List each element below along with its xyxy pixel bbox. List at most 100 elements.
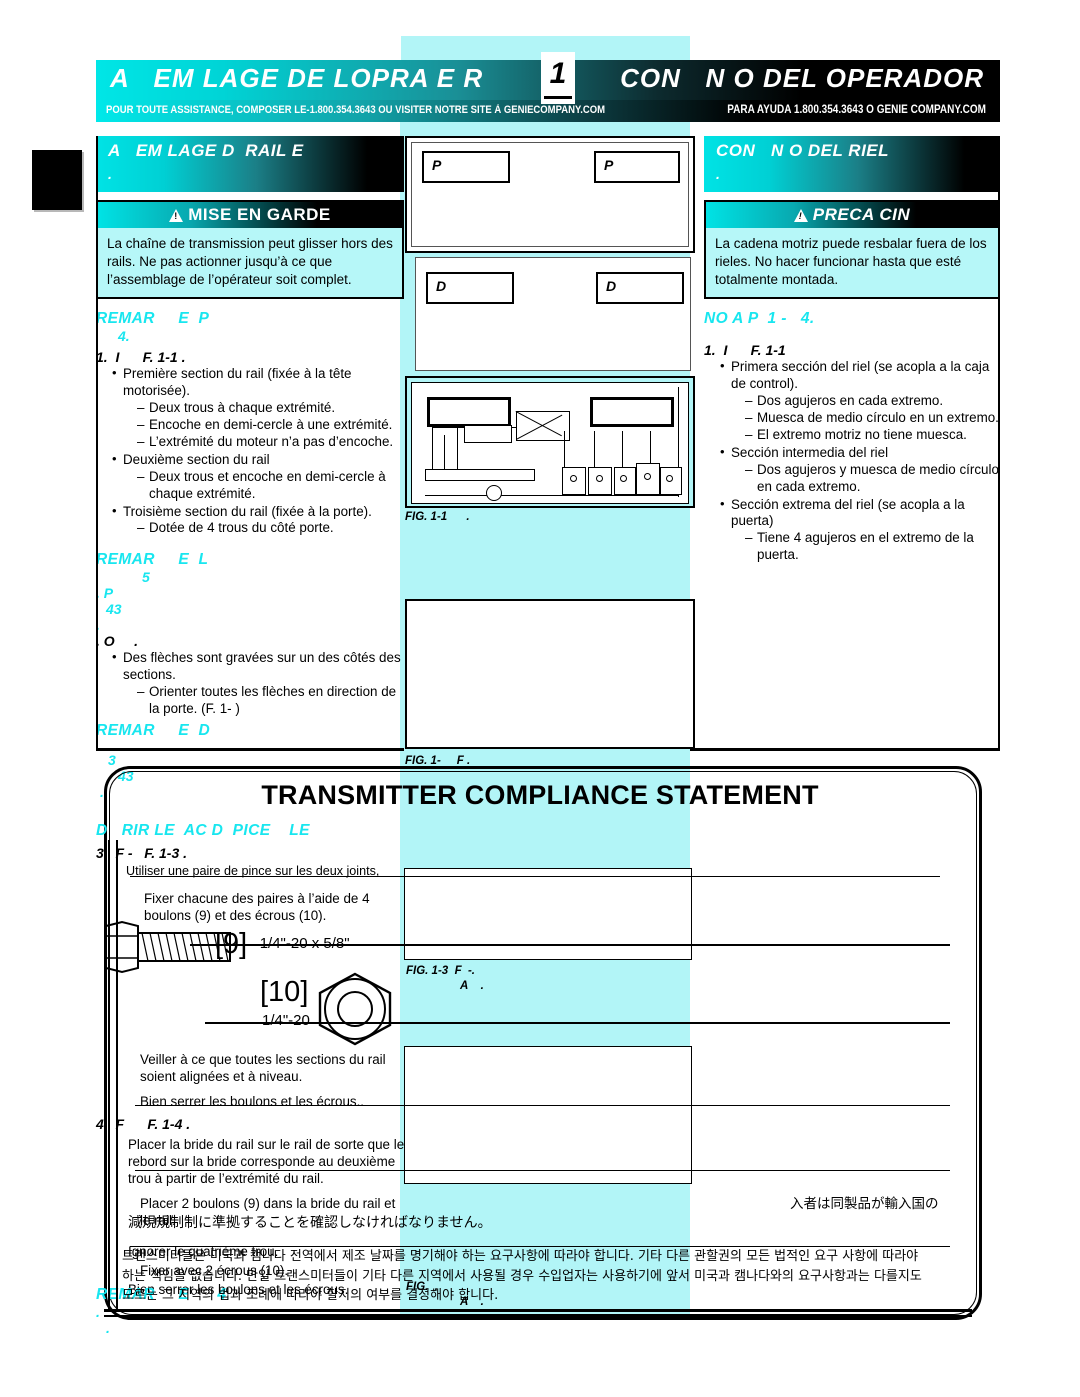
list-item-text: Première section du rail (fixée à la têt… bbox=[123, 366, 352, 399]
list-item: Troisième section du rail (fixée à la po… bbox=[112, 503, 404, 538]
hex-nut-icon bbox=[318, 972, 392, 1046]
french-note-2-c: 43 bbox=[106, 601, 122, 618]
leader-rule-5 bbox=[135, 1170, 950, 1171]
label-box-p1: P bbox=[422, 151, 510, 183]
sub-list: Tiene 4 agujeros en el extremo de la pue… bbox=[731, 530, 1000, 564]
spanish-caution-text: La cadena motriz puede resbalar fuera de… bbox=[715, 236, 987, 287]
french-step-4-line-1: Placer la bride du rail sur le rail de s… bbox=[128, 1137, 405, 1187]
label-text: P bbox=[604, 157, 614, 173]
list-item: Première section du rail (fixée à la têt… bbox=[112, 365, 404, 451]
list-item: Orienter toutes les flèches en direction… bbox=[137, 684, 404, 718]
list-item: Dotée de 4 trous du côté porte. bbox=[137, 520, 404, 537]
french-note-5-b: . bbox=[106, 1320, 110, 1336]
french-note-2-e: . O . bbox=[96, 633, 139, 650]
french-note-2-b: . P bbox=[96, 585, 114, 602]
japanese-text-line-2: 減規規制制に準拠することを確認しなければなりません。 bbox=[128, 1215, 492, 1231]
schematic-wire bbox=[432, 427, 433, 469]
list-item: Sección intermedia del riel Dos agujeros… bbox=[720, 444, 1000, 496]
french-column-left-edge bbox=[96, 136, 98, 750]
subbanner-text-fr: POUR TOUTE ASSISTANCE, COMPOSER LE-1.800… bbox=[106, 104, 606, 117]
leader-rule-7 bbox=[104, 1309, 972, 1312]
french-note-2: REMAR E L 5 . P 43 . . O . Des flèches s… bbox=[96, 551, 404, 740]
list-item: Dos agujeros y muesca de medio círculo e… bbox=[745, 462, 1000, 496]
list-item-text: Sección extrema del riel (se acopla a la… bbox=[731, 496, 965, 529]
french-note-2-a: 5 bbox=[142, 569, 150, 586]
schematic-wire bbox=[564, 431, 565, 467]
french-step-1: 1. I F. 1-1 . bbox=[96, 349, 186, 366]
spanish-caution-bar: PRECA CIN bbox=[706, 202, 998, 228]
spanish-column-right-edge bbox=[998, 136, 1000, 750]
chapter-underline bbox=[544, 96, 572, 99]
spanish-step-1: 1. I F. 1-1 bbox=[704, 342, 786, 359]
spanish-note-1: NO A P 1 - 4. 1. I F. 1-1 Primera secció… bbox=[704, 310, 1000, 564]
schematic-pin bbox=[486, 485, 502, 501]
french-caution-heading: MISE EN GARDE bbox=[98, 205, 402, 225]
figure-caption-3a: FIG. 1-3 F -. bbox=[406, 965, 476, 977]
list-item: El extremo motriz no tiene muesca. bbox=[745, 427, 1000, 444]
list-item-text: Sección intermedia del riel bbox=[731, 444, 889, 460]
spanish-caution-label: PRECA CIN bbox=[812, 205, 911, 224]
schematic-pin bbox=[620, 475, 627, 482]
edge-registration-marker bbox=[32, 150, 82, 210]
spanish-section-subtitle: . bbox=[716, 166, 720, 182]
list-item: Dos agujeros en cada extremo. bbox=[745, 393, 1000, 410]
list-item-text: Des flèches sont gravées sur un des côté… bbox=[123, 650, 401, 683]
schematic-wire bbox=[444, 435, 445, 469]
leader-rule-6 bbox=[130, 1246, 950, 1247]
spanish-caution-heading: PRECA CIN bbox=[706, 205, 998, 225]
warning-triangle-icon bbox=[793, 209, 808, 222]
french-step-1-list: Première section du rail (fixée à la têt… bbox=[96, 365, 404, 538]
french-note-1-sub: 4. bbox=[118, 328, 130, 345]
figure-caption-3-group: FIG. 1-3 F -. A . bbox=[406, 962, 484, 992]
label-text: D bbox=[436, 278, 447, 294]
spanish-caution-box: PRECA CIN La cadena motriz puede resbala… bbox=[704, 200, 1000, 300]
sub-list: Deux trous à chaque extrémité. Encoche e… bbox=[123, 400, 404, 451]
banner-title-fr: A EM LAGE DE LOPRA E R bbox=[110, 63, 484, 93]
list-item-text: Primera sección del riel (se acopla a la… bbox=[731, 359, 990, 392]
hardware-nut bbox=[305, 968, 405, 1053]
figure-panel-schematic bbox=[405, 376, 695, 508]
list-item: Des flèches sont gravées sur un des côté… bbox=[112, 649, 404, 718]
french-caution-box: MISE EN GARDE La chaîne de transmission … bbox=[96, 200, 404, 300]
french-section-header: A EM LAGE D RAIL E . bbox=[96, 136, 404, 192]
banner-title-es: CON N O DEL OPERADOR bbox=[620, 63, 984, 93]
list-item: Deux trous à chaque extrémité. bbox=[137, 400, 404, 417]
sub-list: Dos agujeros en cada extremo. Muesca de … bbox=[731, 393, 1000, 444]
schematic-pin bbox=[570, 475, 577, 482]
label-text: P bbox=[432, 157, 442, 173]
list-item: Sección extrema del riel (se acopla a la… bbox=[720, 496, 1000, 565]
sub-list: Dos agujeros y muesca de medio círculo e… bbox=[731, 462, 1000, 496]
hardware-nut-label: [10] bbox=[260, 976, 308, 1009]
leader-rule-1 bbox=[130, 876, 940, 877]
japanese-text-line-1: 入者は同製品が輸入国の bbox=[790, 1196, 939, 1212]
list-item: Primera sección del riel (se acopla a la… bbox=[720, 358, 1000, 444]
french-note-2-list: Des flèches sont gravées sur un des côté… bbox=[96, 649, 404, 718]
schematic-block-right bbox=[590, 397, 674, 427]
schematic-wire bbox=[457, 427, 458, 469]
figure-column: P P D D FIG. 1-1 . FIG. 1- F . bbox=[405, 136, 695, 767]
list-item: Deuxième section du rail Deux trous et e… bbox=[112, 451, 404, 503]
spanish-step-1-list: Primera sección del riel (se acopla a la… bbox=[704, 358, 1000, 565]
lower-left-rule-a bbox=[108, 840, 110, 1310]
spanish-column-divider bbox=[690, 748, 1000, 751]
list-item: Muesca de medio círculo en un extremo. bbox=[745, 410, 1000, 427]
list-item: L’extrémité du moteur n’a pas d’encoche. bbox=[137, 434, 404, 451]
sub-list: Orienter toutes les flèches en direction… bbox=[123, 684, 404, 718]
spanish-section-title: CON N O DEL RIEL bbox=[716, 141, 890, 160]
french-note-2-title: REMAR E L bbox=[96, 551, 209, 569]
chapter-number: 1 bbox=[549, 57, 567, 90]
french-caution-label: MISE EN GARDE bbox=[188, 205, 331, 224]
spanish-note-1-title: NO A P 1 - 4. bbox=[704, 310, 815, 328]
leader-rule-2 bbox=[190, 944, 950, 946]
figure-panel-top-inner: P P bbox=[411, 142, 689, 247]
schematic-pin bbox=[644, 473, 651, 480]
wiring-schematic bbox=[411, 382, 689, 504]
french-step-3-line-2: Fixer chacune des paires à l’aide de 4 b… bbox=[144, 890, 370, 923]
hardware-nut-spec: 1/4"-20 bbox=[262, 1012, 310, 1029]
page-root: A EM LAGE DE LOPRA E R CON N O DEL OPERA… bbox=[0, 0, 1080, 1397]
french-step-3-line-1: Utiliser une paire de pince sur les deux… bbox=[126, 864, 380, 878]
sub-list: Deux trous et encoche en demi-cercle à c… bbox=[123, 469, 404, 503]
schematic-block-left bbox=[427, 397, 511, 427]
french-column: A EM LAGE D RAIL E . MISE EN GARDE La ch… bbox=[96, 136, 404, 740]
schematic-terminal-strip bbox=[425, 469, 535, 481]
